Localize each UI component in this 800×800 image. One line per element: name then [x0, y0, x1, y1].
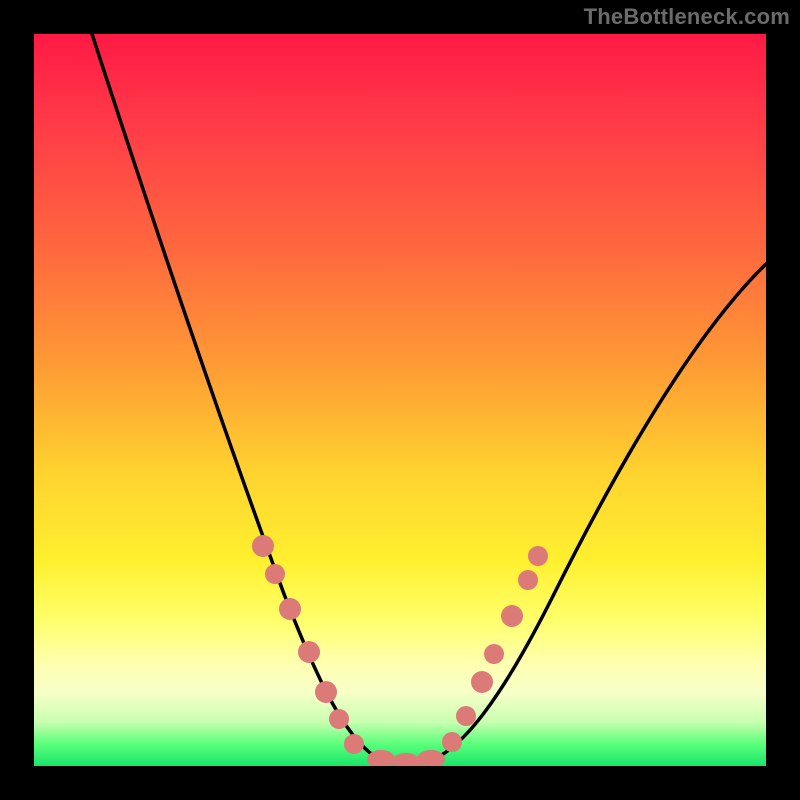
chart-frame: TheBottleneck.com	[0, 0, 800, 800]
attribution-text: TheBottleneck.com	[584, 4, 790, 30]
plot-area	[34, 34, 766, 766]
